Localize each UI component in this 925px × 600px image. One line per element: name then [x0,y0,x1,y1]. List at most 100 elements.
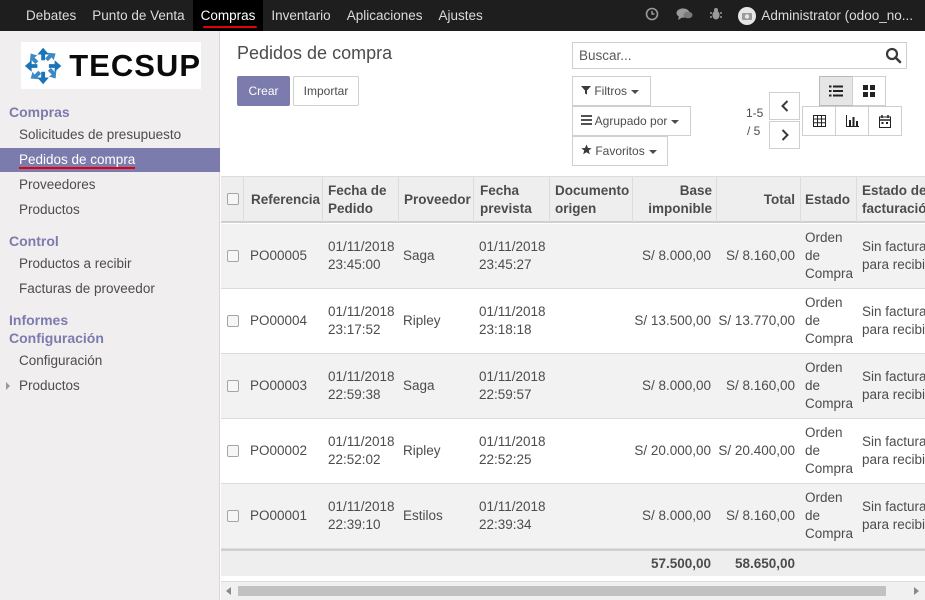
scrollbar-thumb[interactable] [238,586,886,596]
cell-proveedor: Saga [403,378,435,393]
favorites-dropdown[interactable]: Favoritos [572,136,668,166]
create-button[interactable]: Crear [237,76,290,106]
table-row[interactable]: PO00001 01/11/2018 22:39:10 Estilos 01/1… [221,484,925,549]
section-informes[interactable]: Informes [9,312,68,328]
menu-compras[interactable]: Compras [192,0,264,31]
cell-estado-facturacion: Sin factura para recibir [862,369,925,402]
row-checkbox[interactable] [227,315,239,327]
row-checkbox[interactable] [227,510,239,522]
column-header-documento-origen[interactable]: Documento origen [555,182,635,218]
groupby-dropdown[interactable]: Agrupado por [572,106,691,136]
cell-estado-facturacion: Sin factura para recibir [862,304,925,337]
caret-right-icon [6,382,10,390]
section-compras[interactable]: Compras [9,104,70,120]
sidebar-item-facturas-de-proveedor[interactable]: Facturas de proveedor [0,277,220,301]
row-checkbox[interactable] [227,250,239,262]
cell-total: S/ 8.160,00 [725,508,795,523]
table-row[interactable]: PO00005 01/11/2018 23:45:00 Saga 01/11/2… [221,224,925,289]
pager-value[interactable]: 1-5 / 5 [746,104,763,140]
tecsup-logo-icon [24,47,62,84]
company-logo[interactable]: TECSUP [21,42,201,89]
logo-text: TECSUP [69,47,201,83]
menu-inventario[interactable]: Inventario [263,0,338,31]
groupby-label: Agrupado por [594,114,668,128]
filters-dropdown[interactable]: Filtros [572,76,651,106]
column-header-total[interactable]: Total [716,191,795,209]
bars-icon [581,115,592,125]
systray: Administrator (odoo_no... [636,0,925,31]
avatar [738,6,757,25]
menu-debates[interactable]: Debates [18,0,84,31]
column-header-fecha-pedido[interactable]: Fecha de Pedido [328,182,403,218]
cell-base-imponible: S/ 8.000,00 [641,378,711,393]
table-row[interactable]: PO00004 01/11/2018 23:17:52 Ripley 01/11… [221,289,925,354]
sidebar-item-pedidos-de-compra[interactable]: Pedidos de compra [0,148,220,172]
favorites-label: Favoritos [595,144,645,158]
cell-estado: Orden de Compra [805,295,854,346]
app-menu: Debates Punto de Venta Compras Inventari… [18,0,491,31]
sidebar-item-config-productos[interactable]: Productos [0,374,220,398]
row-checkbox[interactable] [227,445,239,457]
cell-referencia: PO00001 [250,508,308,523]
pager-total: / 5 [747,124,761,138]
cell-estado: Orden de Compra [805,490,854,541]
pivot-view-button[interactable] [802,106,836,136]
bug-icon[interactable] [700,7,732,24]
cell-base-imponible: S/ 8.000,00 [641,248,711,263]
column-header-estado[interactable]: Estado [805,191,850,209]
cell-base-imponible: S/ 20.000,00 [634,443,711,458]
star-icon [581,144,592,155]
column-header-referencia[interactable]: Referencia [251,191,320,209]
table-header: Referencia Fecha de Pedido Proveedor Fec… [221,176,925,223]
scroll-right-icon[interactable] [914,587,919,595]
cell-proveedor: Estilos [403,508,443,523]
graph-view-button[interactable] [835,106,869,136]
table-footer: 57.500,00 58.650,00 [221,549,925,576]
sidebar-item-solicitudes-de-presupuesto[interactable]: Solicitudes de presupuesto [0,123,220,147]
sidebar-item-configuracion[interactable]: Configuración [0,349,220,373]
column-header-base-imponible[interactable]: Base imponible [632,182,712,218]
filters-label: Filtros [594,84,628,98]
calendar-view-button[interactable] [868,106,902,136]
sidebar-item-proveedores[interactable]: Proveedores [0,173,220,197]
column-header-fecha-prevista[interactable]: Fecha prevista [480,182,545,218]
user-menu[interactable]: Administrator (odoo_no... [732,6,925,25]
sidebar-item-productos[interactable]: Productos [0,198,220,222]
scroll-left-icon[interactable] [226,587,231,595]
column-header-proveedor[interactable]: Proveedor [404,191,471,209]
search-input[interactable] [573,43,863,68]
cell-fecha-pedido: 01/11/2018 22:39:10 [328,499,395,532]
cell-fecha-pedido: 01/11/2018 23:17:52 [328,304,395,337]
menu-punto-de-venta[interactable]: Punto de Venta [84,0,192,31]
horizontal-scrollbar[interactable] [221,581,925,600]
list-icon [829,85,843,97]
row-checkbox[interactable] [227,380,239,392]
column-header-estado-facturacion[interactable]: Estado de facturación [862,182,925,218]
table-row[interactable]: PO00003 01/11/2018 22:59:38 Saga 01/11/2… [221,354,925,419]
section-control[interactable]: Control [9,233,59,249]
kanban-view-button[interactable] [852,76,886,106]
chevron-left-icon [780,100,788,112]
sidebar-item-label: Pedidos de compra [19,152,136,169]
menu-ajustes[interactable]: Ajustes [431,0,491,31]
table-row[interactable]: PO00002 01/11/2018 22:52:02 Ripley 01/11… [221,419,925,484]
bar-chart-icon [845,115,859,127]
cell-fecha-pedido: 01/11/2018 23:45:00 [328,239,395,272]
menu-aplicaciones[interactable]: Aplicaciones [339,0,431,31]
select-all-checkbox[interactable] [227,193,239,205]
list-view-button[interactable] [819,76,853,106]
pager-previous-button[interactable] [769,92,800,120]
import-button[interactable]: Importar [293,76,359,106]
search-icon[interactable] [885,47,902,64]
section-configuracion[interactable]: Configuración [9,330,104,346]
pager-next-button[interactable] [769,121,800,149]
sidebar-item-productos-a-recibir[interactable]: Productos a recibir [0,252,220,276]
clock-icon[interactable] [636,7,668,24]
cell-fecha-prevista: 01/11/2018 22:59:57 [479,369,546,402]
cell-total: S/ 8.160,00 [725,378,795,393]
cell-proveedor: Ripley [403,313,441,328]
cell-estado-facturacion: Sin factura para recibir [862,434,925,467]
cell-referencia: PO00004 [250,313,308,328]
chat-icon[interactable] [668,7,700,24]
cell-proveedor: Ripley [403,443,441,458]
